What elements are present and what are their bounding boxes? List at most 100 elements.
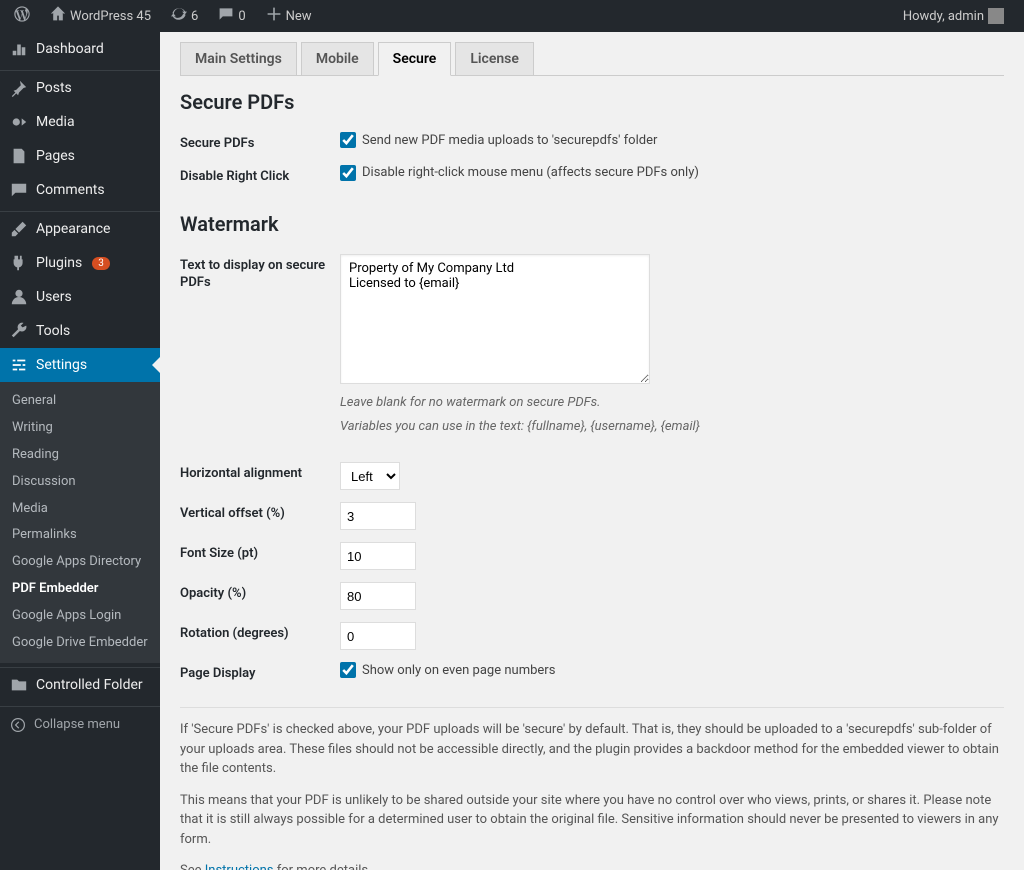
updates-link[interactable]: 6 xyxy=(165,0,204,32)
comments-link[interactable]: 0 xyxy=(212,0,251,32)
submenu-discussion[interactable]: Discussion xyxy=(0,469,160,496)
sidebar-item-label: Settings xyxy=(36,357,87,373)
label-secure-pdfs: Secure PDFs xyxy=(180,132,340,153)
sidebar-item-users[interactable]: Users xyxy=(0,280,160,314)
divider xyxy=(180,707,1004,708)
sliders-icon xyxy=(10,356,28,374)
folder-icon xyxy=(10,676,28,694)
main-content: Main Settings Mobile Secure License Secu… xyxy=(160,32,1024,870)
sidebar-item-plugins[interactable]: Plugins 3 xyxy=(0,246,160,280)
checkbox-page-display[interactable] xyxy=(340,662,356,678)
comments-count: 0 xyxy=(238,9,245,24)
label-disable-right-click: Disable Right Click xyxy=(180,165,340,186)
checkbox-secure-pdfs-label: Send new PDF media uploads to 'securepdf… xyxy=(362,133,657,148)
input-vertical-offset[interactable] xyxy=(340,502,416,530)
media-icon xyxy=(10,113,28,131)
label-font-size: Font Size (pt) xyxy=(180,542,340,563)
input-rotation[interactable] xyxy=(340,622,416,650)
checkbox-disable-rc-label: Disable right-click mouse menu (affects … xyxy=(362,165,699,180)
sidebar-item-label: Comments xyxy=(36,182,105,198)
checkbox-disable-rc[interactable] xyxy=(340,165,356,181)
submenu-permalinks[interactable]: Permalinks xyxy=(0,522,160,549)
sidebar-item-comments[interactable]: Comments xyxy=(0,173,160,207)
submenu-pdf-embedder[interactable]: PDF Embedder xyxy=(0,576,160,603)
site-name: WordPress 45 xyxy=(70,9,151,24)
wrench-icon xyxy=(10,322,28,340)
collapse-label: Collapse menu xyxy=(34,717,120,732)
wp-logo[interactable] xyxy=(8,0,36,32)
new-label: New xyxy=(286,9,312,24)
checkbox-disable-rc-wrap[interactable]: Disable right-click mouse menu (affects … xyxy=(340,165,699,181)
updates-count: 6 xyxy=(191,9,198,24)
comment-icon xyxy=(218,6,234,26)
collapse-icon xyxy=(10,717,26,733)
submenu-google-apps-login[interactable]: Google Apps Login xyxy=(0,603,160,630)
page-icon xyxy=(10,147,28,165)
sidebar-item-label: Appearance xyxy=(36,221,110,237)
label-page-display: Page Display xyxy=(180,662,340,683)
desc-watermark-vars: Variables you can use in the text: {full… xyxy=(340,418,1004,436)
label-vertical-offset: Vertical offset (%) xyxy=(180,502,340,523)
tab-license[interactable]: License xyxy=(455,42,534,76)
checkbox-page-display-wrap[interactable]: Show only on even page numbers xyxy=(340,662,555,678)
dashboard-icon xyxy=(10,40,28,58)
home-icon xyxy=(50,6,66,26)
wordpress-icon xyxy=(14,6,30,26)
sidebar-item-settings[interactable]: Settings xyxy=(0,348,160,382)
checkbox-secure-pdfs-wrap[interactable]: Send new PDF media uploads to 'securepdf… xyxy=(340,132,657,148)
info-paragraph-2: This means that your PDF is unlikely to … xyxy=(180,791,1004,850)
user-icon xyxy=(10,288,28,306)
info-paragraph-1: If 'Secure PDFs' is checked above, your … xyxy=(180,720,1004,779)
wp-admin-bar: WordPress 45 6 0 New Howdy, admin xyxy=(0,0,1024,32)
avatar xyxy=(988,8,1004,24)
label-rotation: Rotation (degrees) xyxy=(180,622,340,643)
sidebar-item-dashboard[interactable]: Dashboard xyxy=(0,32,160,66)
sidebar-item-pages[interactable]: Pages xyxy=(0,139,160,173)
sidebar-item-label: Posts xyxy=(36,80,72,96)
select-horizontal-alignment[interactable]: Left xyxy=(340,462,400,490)
plus-icon xyxy=(266,6,282,26)
submenu-writing[interactable]: Writing xyxy=(0,415,160,442)
sidebar-item-label: Users xyxy=(36,289,72,305)
submenu-general[interactable]: General xyxy=(0,388,160,415)
comments-icon xyxy=(10,181,28,199)
plug-icon xyxy=(10,254,28,272)
sidebar-item-posts[interactable]: Posts xyxy=(0,71,160,105)
submenu-media[interactable]: Media xyxy=(0,496,160,523)
sidebar-item-label: Pages xyxy=(36,148,75,164)
heading-watermark: Watermark xyxy=(180,212,1004,236)
checkbox-page-display-label: Show only on even page numbers xyxy=(362,663,555,678)
submenu-google-apps-directory[interactable]: Google Apps Directory xyxy=(0,549,160,576)
label-watermark-text: Text to display on secure PDFs xyxy=(180,254,340,292)
desc-watermark-blank: Leave blank for no watermark on secure P… xyxy=(340,394,1004,412)
site-home-link[interactable]: WordPress 45 xyxy=(44,0,157,32)
info-paragraph-3: See Instructions for more details. xyxy=(180,861,1004,870)
collapse-menu[interactable]: Collapse menu xyxy=(0,707,160,743)
howdy-text: Howdy, admin xyxy=(903,9,984,24)
tab-main-settings[interactable]: Main Settings xyxy=(180,42,297,76)
textarea-watermark-text[interactable] xyxy=(340,254,650,384)
submenu-google-drive-embedder[interactable]: Google Drive Embedder xyxy=(0,630,160,657)
checkbox-secure-pdfs[interactable] xyxy=(340,132,356,148)
sidebar-item-media[interactable]: Media xyxy=(0,105,160,139)
sidebar-item-controlled-folder[interactable]: Controlled Folder xyxy=(0,668,160,702)
sidebar-item-label: Media xyxy=(36,114,75,130)
instructions-link[interactable]: Instructions xyxy=(205,863,274,870)
sidebar-item-label: Controlled Folder xyxy=(36,677,143,693)
pin-icon xyxy=(10,79,28,97)
settings-submenu: General Writing Reading Discussion Media… xyxy=(0,382,160,663)
input-font-size[interactable] xyxy=(340,542,416,570)
sidebar-item-label: Plugins xyxy=(36,255,82,271)
tab-secure[interactable]: Secure xyxy=(378,42,452,76)
sidebar-item-tools[interactable]: Tools xyxy=(0,314,160,348)
refresh-icon xyxy=(171,6,187,26)
sidebar-item-appearance[interactable]: Appearance xyxy=(0,212,160,246)
submenu-reading[interactable]: Reading xyxy=(0,442,160,469)
label-horizontal-alignment: Horizontal alignment xyxy=(180,462,340,483)
new-content-link[interactable]: New xyxy=(260,0,318,32)
user-greeting[interactable]: Howdy, admin xyxy=(897,0,1010,32)
tab-mobile[interactable]: Mobile xyxy=(301,42,374,76)
plugin-tabs: Main Settings Mobile Secure License xyxy=(180,42,1004,76)
brush-icon xyxy=(10,220,28,238)
input-opacity[interactable] xyxy=(340,582,416,610)
